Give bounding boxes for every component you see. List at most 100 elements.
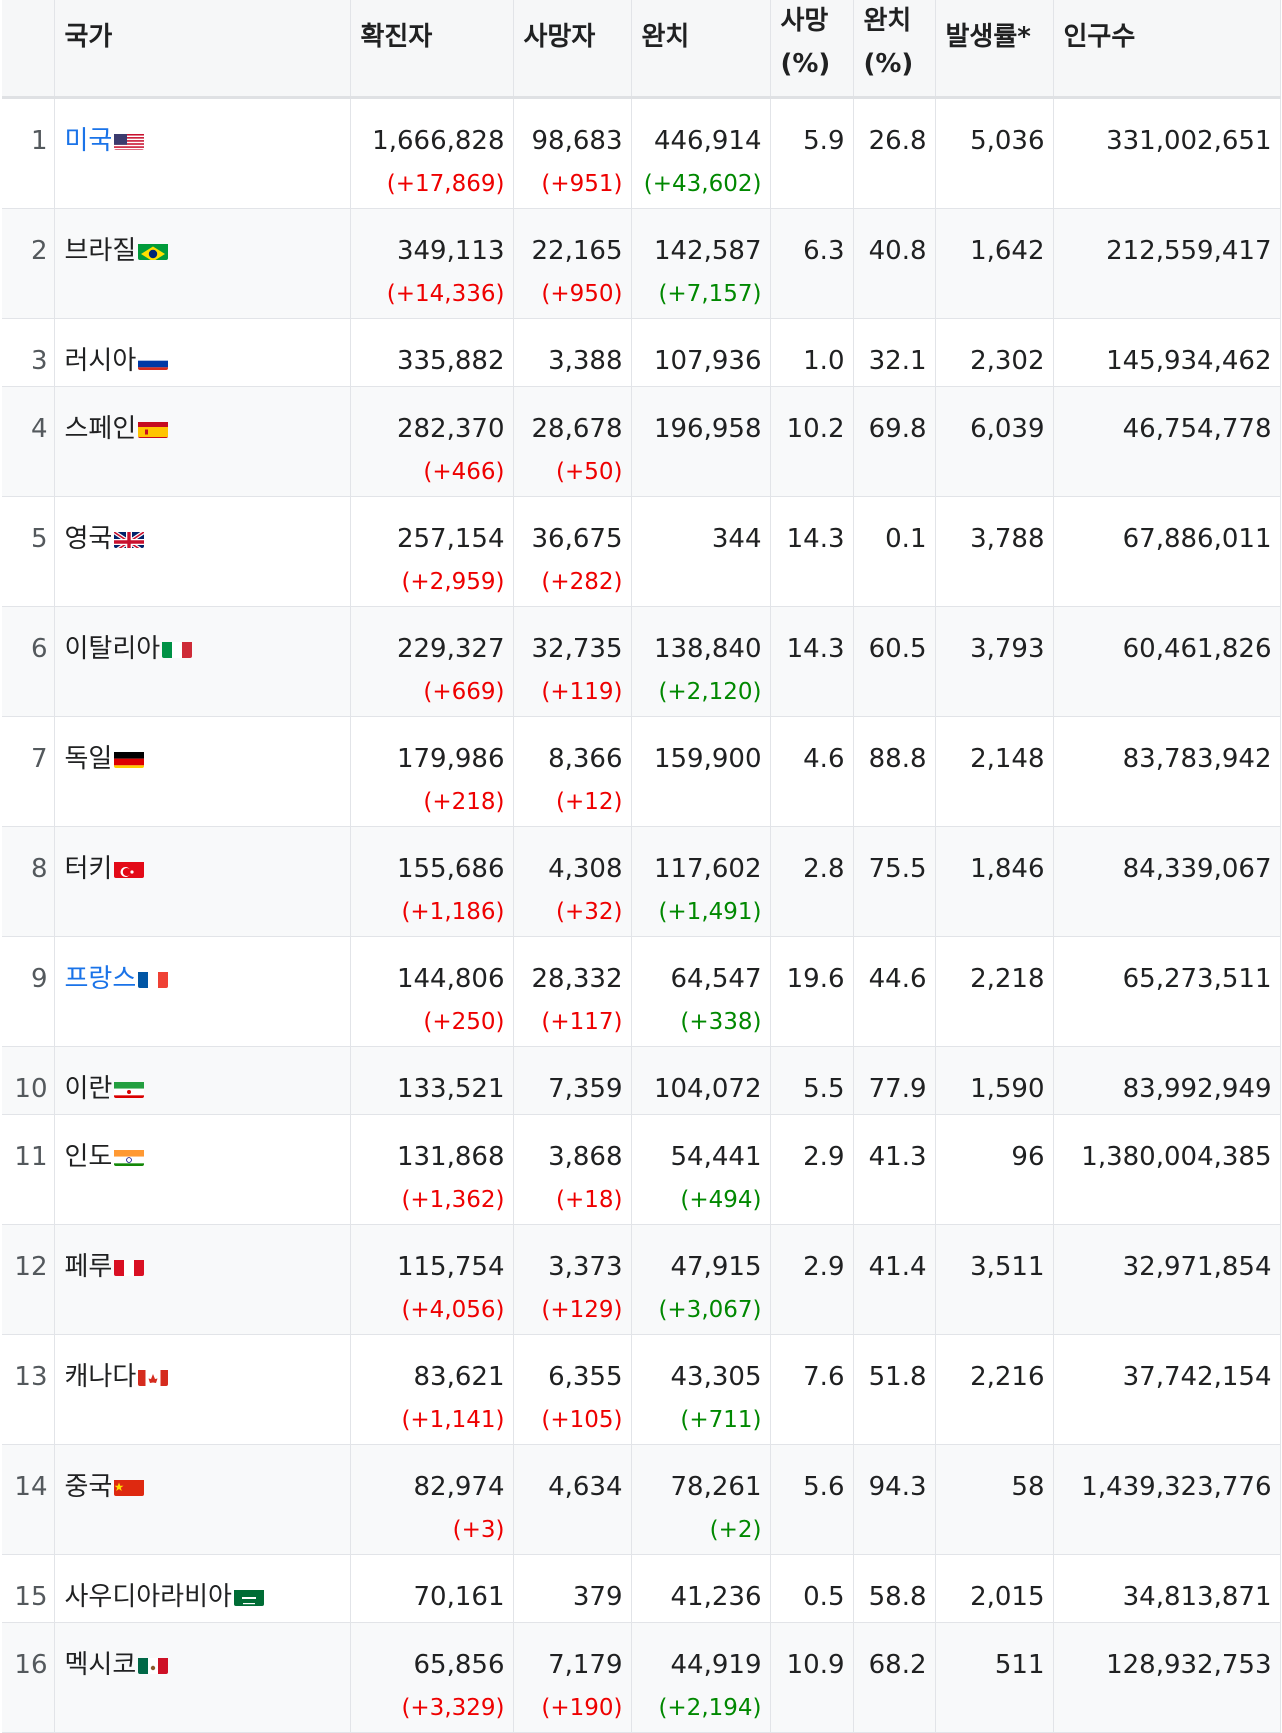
recovered-cell: 47,915 (+3,067) xyxy=(631,1224,771,1335)
incidence-value: 3,788 xyxy=(970,524,1045,554)
ca-flag-icon xyxy=(138,1366,169,1386)
death-rate-cell: 0.5 xyxy=(770,1554,854,1623)
mx-flag-icon xyxy=(138,1654,169,1674)
country-name-link[interactable]: 프랑스 xyxy=(65,964,137,994)
recovered-delta: (+494) xyxy=(680,1187,762,1213)
recovered-delta: (+3,067) xyxy=(658,1297,762,1323)
recovery-rate-value: 88.8 xyxy=(868,744,927,774)
recovery-rate-cell: 88.8 xyxy=(853,716,936,827)
death-rate-cell: 2.8 xyxy=(770,826,854,937)
recovered-cell: 138,840 (+2,120) xyxy=(631,606,771,717)
confirmed-value: 65,856 xyxy=(413,1650,505,1680)
confirmed-cell: 335,882 xyxy=(350,318,514,387)
fr-flag-icon xyxy=(138,968,169,988)
country-cell: 인도 xyxy=(54,1114,351,1225)
incidence-value: 2,015 xyxy=(970,1582,1045,1612)
country-name: 영국 xyxy=(64,524,113,554)
table-row: 10 이란 133,521 7,359 104,072 5.5 77.9 1,590 83,99… xyxy=(2,1046,1281,1115)
deaths-cell: 36,675 (+282) xyxy=(513,496,632,607)
confirmed-cell: 155,686 (+1,186) xyxy=(350,826,514,937)
death-rate-cell: 6.3 xyxy=(770,208,854,319)
country-cell: 이탈리아 xyxy=(54,606,351,717)
country-cell: 독일 xyxy=(54,716,351,827)
death-rate-value: 5.9 xyxy=(803,126,845,156)
table-row: 14 중국 82,974 (+3) 4,634 78,261 (+2) 5.6 94.3 58 1,… xyxy=(2,1444,1281,1555)
country-cell[interactable]: 미국 xyxy=(54,97,351,209)
population-header[interactable]: 인구수 xyxy=(1053,0,1281,99)
country-name: 중국 xyxy=(64,1472,113,1502)
population-value: 65,273,511 xyxy=(1122,964,1272,994)
rank-cell: 2 xyxy=(2,208,55,319)
recovered-cell: 196,958 xyxy=(631,386,771,497)
death-rate-cell: 5.6 xyxy=(770,1444,854,1555)
recovery-rate-header[interactable]: 완치 (%) xyxy=(853,0,936,99)
recovered-header[interactable]: 완치 xyxy=(631,0,771,99)
population-cell: 1,380,004,385 xyxy=(1053,1114,1281,1225)
death-rate-cell: 14.3 xyxy=(770,606,854,717)
population-cell: 212,559,417 xyxy=(1053,208,1281,319)
death-rate-value: 10.9 xyxy=(786,1650,845,1680)
recovery-rate-cell: 60.5 xyxy=(853,606,936,717)
rank-cell: 14 xyxy=(2,1444,55,1555)
death-rate-cell: 10.2 xyxy=(770,386,854,497)
death-rate-value: 5.5 xyxy=(803,1074,845,1104)
population-value: 145,934,462 xyxy=(1106,346,1272,376)
recovered-value: 446,914 xyxy=(653,126,762,156)
incidence-cell: 3,793 xyxy=(935,606,1054,717)
confirmed-delta: (+14,336) xyxy=(386,281,505,307)
deaths-value: 28,332 xyxy=(531,964,623,994)
country-cell: 터키 xyxy=(54,826,351,937)
death-rate-value: 6.3 xyxy=(803,236,845,266)
confirmed-delta: (+1,141) xyxy=(401,1407,505,1433)
confirmed-header[interactable]: 확진자 xyxy=(350,0,514,99)
incidence-cell: 58 xyxy=(935,1444,1054,1555)
country-cell[interactable]: 프랑스 xyxy=(54,936,351,1047)
death-rate-header[interactable]: 사망 (%) xyxy=(770,0,854,99)
population-cell: 67,886,011 xyxy=(1053,496,1281,607)
recovered-cell: 41,236 xyxy=(631,1554,771,1623)
confirmed-value: 83,621 xyxy=(413,1362,505,1392)
deaths-value: 22,165 xyxy=(531,236,623,266)
incidence-cell: 3,788 xyxy=(935,496,1054,607)
table-row: 4 스페인 282,370 (+466) 28,678 (+50) 196,958 10.2 6… xyxy=(2,386,1281,497)
country-name: 러시아 xyxy=(64,346,137,376)
br-flag-icon xyxy=(138,240,169,260)
confirmed-value: 131,868 xyxy=(396,1142,505,1172)
confirmed-delta: (+4,056) xyxy=(401,1297,505,1323)
recovery-rate-cell: 77.9 xyxy=(853,1046,936,1115)
recovered-value: 54,441 xyxy=(670,1142,762,1172)
confirmed-value: 82,974 xyxy=(413,1472,505,1502)
death-rate-value: 7.6 xyxy=(803,1362,845,1392)
recovered-value: 344 xyxy=(711,524,762,554)
incidence-value: 6,039 xyxy=(970,414,1045,444)
country-header[interactable]: 국가 xyxy=(54,0,351,99)
incidence-header[interactable]: 발생률* xyxy=(935,0,1054,99)
death-rate-value: 2.9 xyxy=(803,1142,845,1172)
rank-cell: 15 xyxy=(2,1554,55,1623)
population-cell: 331,002,651 xyxy=(1053,97,1281,209)
de-flag-icon xyxy=(114,748,145,768)
deaths-header[interactable]: 사망자 xyxy=(513,0,632,99)
deaths-value: 3,373 xyxy=(548,1252,623,1282)
rank-cell: 7 xyxy=(2,716,55,827)
incidence-value: 1,590 xyxy=(970,1074,1045,1104)
in-flag-icon xyxy=(114,1146,145,1166)
deaths-delta: (+282) xyxy=(541,569,623,595)
recovery-rate-value: 77.9 xyxy=(868,1074,927,1104)
recovery-rate-value: 51.8 xyxy=(868,1362,927,1392)
population-cell: 145,934,462 xyxy=(1053,318,1281,387)
country-name-link[interactable]: 미국 xyxy=(65,126,113,156)
incidence-cell: 2,015 xyxy=(935,1554,1054,1623)
death-rate-value: 14.3 xyxy=(786,634,845,664)
population-value: 34,813,871 xyxy=(1122,1582,1272,1612)
country-cell: 스페인 xyxy=(54,386,351,497)
recovered-cell: 344 xyxy=(631,496,771,607)
deaths-value: 7,359 xyxy=(548,1074,623,1104)
population-value: 32,971,854 xyxy=(1122,1252,1272,1282)
recovery-rate-value: 41.4 xyxy=(868,1252,927,1282)
recovered-delta: (+1,491) xyxy=(658,899,762,925)
country-cell: 중국 xyxy=(54,1444,351,1555)
recovery-rate-cell: 58.8 xyxy=(853,1554,936,1623)
country-name: 이란 xyxy=(64,1074,113,1104)
table-row: 16 멕시코 65,856 (+3,329) 7,179 (+190) 44,919 (+2,… xyxy=(2,1622,1281,1733)
